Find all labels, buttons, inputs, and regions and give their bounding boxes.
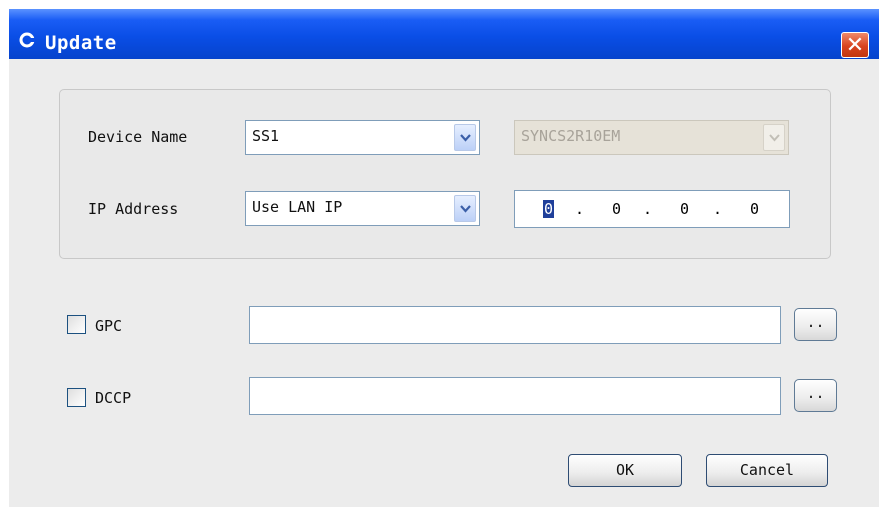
chevron-down-icon <box>460 205 471 213</box>
app-icon <box>19 32 35 48</box>
chevron-down-icon <box>460 134 471 142</box>
device-type-dropdown-button <box>763 124 785 151</box>
gpc-checkbox[interactable] <box>67 315 86 334</box>
title-bar[interactable]: Update ✕ <box>9 9 879 59</box>
ok-button[interactable]: OK <box>568 454 682 487</box>
ip-mode-value: Use LAN IP <box>252 198 343 216</box>
device-name-select[interactable]: SS1 <box>245 120 480 155</box>
ip-mode-dropdown-button[interactable] <box>454 195 476 222</box>
dccp-path-field[interactable] <box>249 377 781 415</box>
device-type-value: SYNCS2R10EM <box>521 127 621 145</box>
dccp-browse-button[interactable]: .. <box>794 379 837 412</box>
device-type-select: SYNCS2R10EM <box>514 120 789 155</box>
ip-octet-2[interactable]: 0 <box>612 200 621 218</box>
ip-address-label: IP Address <box>88 200 179 218</box>
chevron-down-icon <box>769 134 780 142</box>
close-button[interactable]: ✕ <box>841 32 869 58</box>
device-group <box>59 89 831 259</box>
ip-address-input[interactable]: 0 . 0 . 0 . 0 <box>514 190 790 228</box>
device-name-label: Device Name <box>88 128 188 146</box>
gpc-label: GPC <box>95 317 123 335</box>
ip-separator: . <box>643 200 653 218</box>
gpc-path-field[interactable] <box>249 306 781 344</box>
ip-mode-select[interactable]: Use LAN IP <box>245 191 480 226</box>
device-name-dropdown-button[interactable] <box>454 124 476 151</box>
window-title: Update <box>45 32 117 54</box>
ip-octet-1[interactable]: 0 <box>543 200 555 218</box>
ip-separator: . <box>713 200 723 218</box>
ip-separator: . <box>575 200 585 218</box>
ip-octet-3[interactable]: 0 <box>680 200 689 218</box>
update-dialog: Update ✕ Device Name SS1 SYNCS2R10EM IP … <box>9 9 879 507</box>
cancel-button[interactable]: Cancel <box>706 454 828 487</box>
ip-octet-4[interactable]: 0 <box>750 200 759 218</box>
dccp-label: DCCP <box>95 389 132 407</box>
dccp-checkbox[interactable] <box>67 388 86 407</box>
gpc-browse-button[interactable]: .. <box>794 308 837 341</box>
device-name-value: SS1 <box>252 127 280 145</box>
